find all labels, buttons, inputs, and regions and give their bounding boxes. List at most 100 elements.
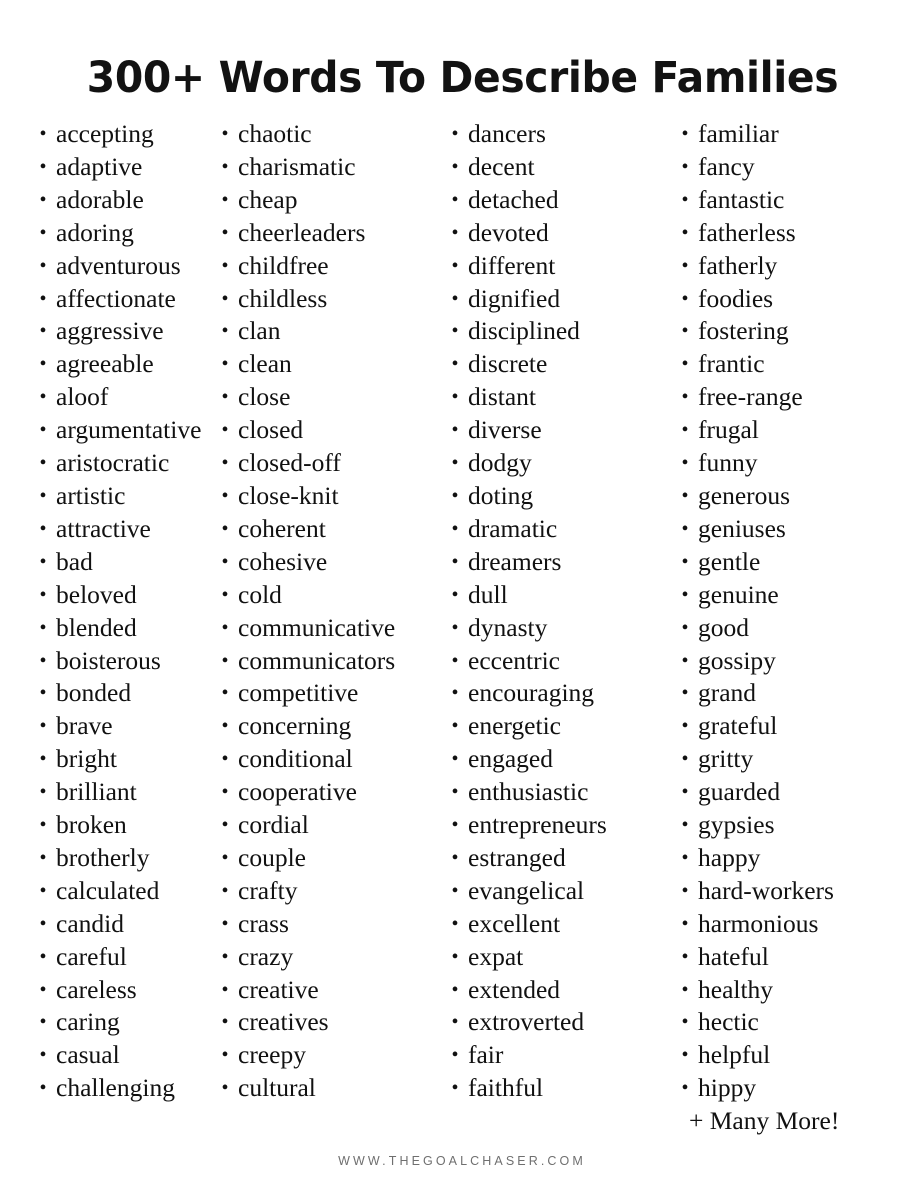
poster-page: 300+ Words To Describe Families • accepti… xyxy=(0,0,924,1196)
bullet-icon: • xyxy=(681,188,689,211)
list-item-label: cheerleaders xyxy=(238,217,366,247)
list-item: • grand xyxy=(681,677,924,710)
list-item: • blended xyxy=(39,612,206,645)
list-item-label: cultural xyxy=(238,1073,316,1103)
list-item-label: blended xyxy=(56,612,137,642)
list-item-label: competitive xyxy=(238,678,359,708)
bullet-icon: • xyxy=(451,1044,459,1067)
list-item: • careless xyxy=(39,974,206,1007)
footer-website: WWW.THEGOALCHASER.COM xyxy=(338,1154,586,1168)
list-item: • healthy xyxy=(681,974,924,1007)
bullet-icon: • xyxy=(681,616,689,639)
bullet-icon: • xyxy=(39,188,47,211)
list-item-label: crass xyxy=(238,908,289,938)
bullet-icon: • xyxy=(681,748,689,771)
bullet-icon: • xyxy=(451,419,459,442)
bullet-icon: • xyxy=(451,715,459,738)
list-item: • adoring xyxy=(39,217,206,250)
bullet-icon: • xyxy=(681,123,689,145)
word-list-2: • chaotic • charismatic • cheap • cheerleaders •… xyxy=(212,118,436,1105)
bullet-icon: • xyxy=(39,715,47,738)
bullet-icon: • xyxy=(451,221,459,244)
list-item-label: communicators xyxy=(238,645,396,675)
bullet-icon: • xyxy=(221,814,229,837)
bullet-icon: • xyxy=(681,583,689,606)
bullet-icon: • xyxy=(681,386,689,409)
list-item-label: cold xyxy=(238,579,282,609)
list-item: • fantastic xyxy=(681,184,924,217)
list-item-label: entrepreneurs xyxy=(468,810,607,840)
list-item-label: bad xyxy=(56,546,93,576)
list-item-label: artistic xyxy=(56,480,126,510)
list-item-label: extroverted xyxy=(468,1007,585,1037)
list-item-label: gypsies xyxy=(698,810,775,840)
list-item: • aristocratic xyxy=(39,447,206,480)
list-item: • dodgy xyxy=(451,447,666,480)
list-item: • generous xyxy=(681,480,924,513)
list-item-label: faithful xyxy=(468,1073,544,1103)
list-item: • dancers xyxy=(451,118,666,151)
many-more-note: + Many More! xyxy=(689,1106,840,1136)
bullet-icon: • xyxy=(681,781,689,804)
word-column-2: • chaotic • charismatic • cheap • cheerleaders •… xyxy=(206,118,436,1105)
list-item: • closed xyxy=(221,414,436,447)
list-item: • boisterous xyxy=(39,645,206,678)
list-item-label: dignified xyxy=(468,283,561,313)
list-item: • guarded xyxy=(681,776,924,809)
bullet-icon: • xyxy=(221,221,229,244)
list-item: • casual xyxy=(39,1039,206,1072)
bullet-icon: • xyxy=(39,550,47,573)
list-item-label: encouraging xyxy=(468,678,595,708)
list-item: • foodies xyxy=(681,283,924,316)
bullet-icon: • xyxy=(39,484,47,507)
list-item-label: accepting xyxy=(56,119,154,148)
bullet-icon: • xyxy=(221,419,229,442)
bullet-icon: • xyxy=(39,353,47,376)
list-item: • detached xyxy=(451,184,666,217)
bullet-icon: • xyxy=(39,846,47,869)
footer: WWW.THEGOALCHASER.COM xyxy=(0,1152,924,1170)
bullet-icon: • xyxy=(221,1044,229,1067)
list-item: • bonded xyxy=(39,677,206,710)
list-item: • fatherless xyxy=(681,217,924,250)
list-item-label: funny xyxy=(698,448,758,478)
bullet-icon: • xyxy=(39,912,47,935)
list-item: • grateful xyxy=(681,710,924,743)
list-item: • affectionate xyxy=(39,283,206,316)
list-item: • energetic xyxy=(451,710,666,743)
list-item: • broken xyxy=(39,809,206,842)
list-item-label: childfree xyxy=(238,250,329,280)
list-item-label: dramatic xyxy=(468,513,558,543)
list-item: • fatherly xyxy=(681,250,924,283)
bullet-icon: • xyxy=(39,682,47,705)
list-item-label: diverse xyxy=(468,415,542,445)
word-column-1: • accepting • adaptive • adorable • adoring • adv… xyxy=(0,118,206,1105)
bullet-icon: • xyxy=(451,781,459,804)
list-item: • argumentative xyxy=(39,414,206,447)
list-item: • eccentric xyxy=(451,645,666,678)
list-item-label: careless xyxy=(56,974,137,1004)
list-item: • evangelical xyxy=(451,875,666,908)
list-item-label: frugal xyxy=(698,415,759,445)
list-item-label: dancers xyxy=(468,119,546,148)
list-item-label: chaotic xyxy=(238,119,312,148)
list-item: • excellent xyxy=(451,908,666,941)
list-item-label: conditional xyxy=(238,744,353,774)
list-item-label: dreamers xyxy=(468,546,562,576)
bullet-icon: • xyxy=(39,978,47,1001)
bullet-icon: • xyxy=(451,484,459,507)
list-item-label: familiar xyxy=(698,119,779,148)
bullet-icon: • xyxy=(39,649,47,672)
list-item: • frugal xyxy=(681,414,924,447)
list-item-label: creative xyxy=(238,974,319,1004)
list-item-label: couple xyxy=(238,842,306,872)
list-item-label: beloved xyxy=(56,579,137,609)
list-item: • candid xyxy=(39,908,206,941)
bullet-icon: • xyxy=(221,386,229,409)
bullet-icon: • xyxy=(681,814,689,837)
list-item-label: discrete xyxy=(468,349,548,379)
bullet-icon: • xyxy=(221,879,229,902)
list-item-label: generous xyxy=(698,480,791,510)
list-item: • genuine xyxy=(681,579,924,612)
list-item-label: bonded xyxy=(56,678,132,708)
